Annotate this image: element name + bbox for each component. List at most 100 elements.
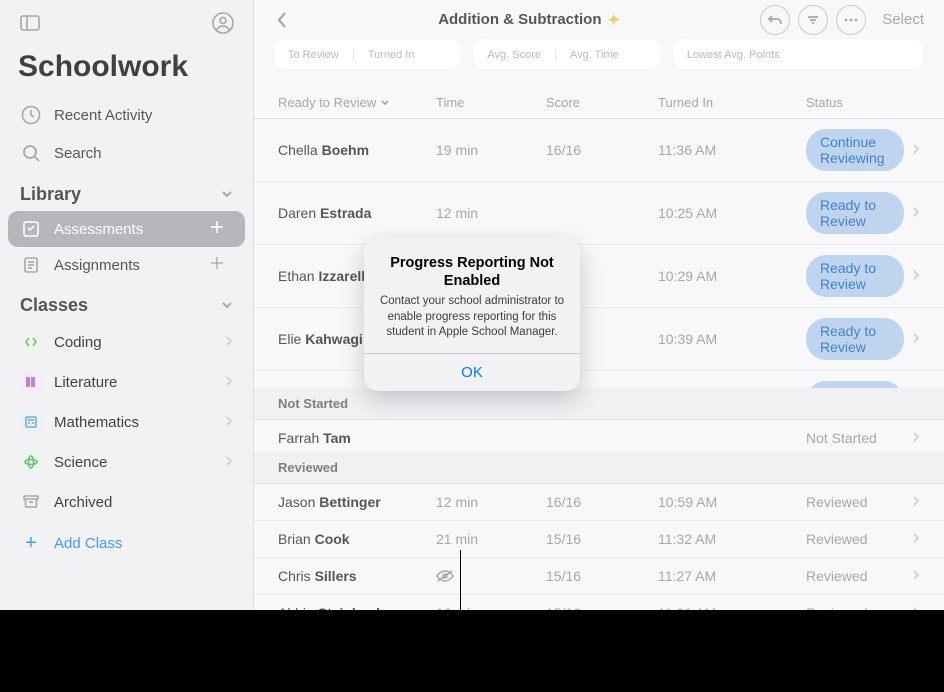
col-header-turned[interactable]: Turned In xyxy=(658,95,806,110)
table-row[interactable]: Chris Sillers15/1611:27 AMReviewed xyxy=(254,558,944,595)
summary-card-review: To Review Turned In xyxy=(274,39,461,69)
chevron-right-icon xyxy=(904,268,920,284)
table-row[interactable]: Chella Boehm19 min16/1611:36 AMContinue … xyxy=(254,119,944,182)
chevron-right-icon xyxy=(904,142,920,158)
chevron-right-icon xyxy=(904,430,920,446)
more-button[interactable] xyxy=(836,5,866,35)
time-cell: 19 min xyxy=(436,142,546,158)
status-text: Reviewed xyxy=(806,568,867,584)
nav-recent-activity[interactable]: Recent Activity xyxy=(0,96,253,134)
archived-label: Archived xyxy=(54,494,112,511)
class-label: Science xyxy=(54,454,107,471)
account-icon[interactable] xyxy=(209,9,237,37)
col-header-status[interactable]: Status xyxy=(806,95,920,110)
eye-slash-icon xyxy=(436,569,454,583)
class-archived[interactable]: Archived xyxy=(0,482,253,522)
score-cell: 15/16 xyxy=(546,568,658,584)
status-text: Not Started xyxy=(806,430,877,446)
status-cell: Ready to Review xyxy=(806,318,920,360)
callout-line xyxy=(460,550,461,670)
status-pill[interactable]: Ready to Review xyxy=(806,192,904,234)
rows-ready: Chella Boehm19 min16/1611:36 AMContinue … xyxy=(254,119,944,388)
status-cell: Ready to Review xyxy=(806,192,920,234)
library-header[interactable]: Library xyxy=(0,172,253,211)
status-pill[interactable]: Continue Reviewing xyxy=(806,129,904,171)
chevron-right-icon xyxy=(904,494,920,510)
table-row[interactable]: Jason Bettinger12 min16/1610:59 AMReview… xyxy=(254,484,944,521)
col-header-name[interactable]: Ready to Review xyxy=(278,95,436,110)
alert-ok-button[interactable]: OK xyxy=(364,353,580,391)
student-name: Abbie Steinbacher xyxy=(278,605,436,610)
add-class-button[interactable]: + Add Class xyxy=(0,522,253,564)
alert-message: Contact your school administrator to ena… xyxy=(378,294,566,341)
turned-in-cell: 10:59 AM xyxy=(658,494,806,510)
turned-in-cell: 11:27 AM xyxy=(658,568,806,584)
student-name: Jason Bettinger xyxy=(278,494,436,510)
sidebar-toggle-icon[interactable] xyxy=(16,9,44,37)
table-row[interactable]: Farrah TamNot Started xyxy=(254,420,944,452)
nav-label: Recent Activity xyxy=(54,107,152,124)
sidebar-item-assessments[interactable]: Assessments xyxy=(8,211,245,247)
table-row[interactable]: Ethan Izzarelli11 min10:29 AMReady to Re… xyxy=(254,245,944,308)
lib-label: Assignments xyxy=(54,257,140,274)
chevron-right-icon xyxy=(904,331,920,347)
undo-button[interactable] xyxy=(760,5,790,35)
plus-icon: + xyxy=(20,532,42,554)
class-label: Mathematics xyxy=(54,414,139,431)
main-content: Addition & Subtraction ✦ Select To Revie… xyxy=(254,0,944,610)
back-button[interactable] xyxy=(266,4,298,36)
score-cell: 15/16 xyxy=(546,605,658,610)
literature-icon xyxy=(20,371,42,393)
table-row[interactable]: Brian Cook21 min15/1611:32 AMReviewed xyxy=(254,521,944,558)
class-literature[interactable]: Literature xyxy=(0,362,253,402)
status-cell: Reviewed xyxy=(806,568,920,584)
col-header-score[interactable]: Score xyxy=(546,95,658,110)
table-row[interactable]: Elie Kahwagi10:39 AMReady to Review xyxy=(254,308,944,371)
time-cell: 16 min xyxy=(436,605,546,610)
status-cell: Reviewed xyxy=(806,605,920,610)
time-cell: 21 min xyxy=(436,531,546,547)
section-reviewed: Reviewed xyxy=(254,452,944,484)
class-coding[interactable]: Coding xyxy=(0,322,253,362)
status-cell: Continue Reviewing xyxy=(806,129,920,171)
table-row[interactable]: Daren Estrada12 min10:25 AMReady to Revi… xyxy=(254,182,944,245)
column-headers: Ready to Review Time Score Turned In Sta… xyxy=(254,77,944,119)
sidebar: Schoolwork Recent Activity Search Librar… xyxy=(0,0,254,610)
time-cell xyxy=(436,569,546,583)
sidebar-item-assignments[interactable]: Assignments xyxy=(8,247,245,283)
status-pill[interactable]: Ready to Review xyxy=(806,255,904,297)
class-mathematics[interactable]: Mathematics xyxy=(0,402,253,442)
table-row[interactable]: Abbie Steinbacher16 min15/1611:01 AMRevi… xyxy=(254,595,944,610)
student-name: Daren Estrada xyxy=(278,205,436,221)
rows-not-started: Farrah TamNot Started xyxy=(254,420,944,452)
plus-icon[interactable] xyxy=(209,255,225,275)
nav-search[interactable]: Search xyxy=(0,134,253,172)
filter-button[interactable] xyxy=(798,5,828,35)
class-science[interactable]: Science xyxy=(0,442,253,482)
turned-in-cell: 10:39 AM xyxy=(658,331,806,347)
classes-header[interactable]: Classes xyxy=(0,283,253,322)
summary-cards: To Review Turned In Avg. Score Avg. Time… xyxy=(254,39,944,77)
search-icon xyxy=(20,142,42,164)
student-name: Brian Cook xyxy=(278,531,436,547)
plus-icon[interactable] xyxy=(209,219,225,239)
science-icon xyxy=(20,451,42,473)
chevron-right-icon xyxy=(904,205,920,221)
chevron-right-icon xyxy=(225,414,233,431)
status-pill[interactable]: Ready to Review xyxy=(806,318,904,360)
status-cell: Continue Reviewing xyxy=(806,381,920,388)
clock-icon xyxy=(20,104,42,126)
chevron-right-icon xyxy=(904,605,920,610)
col-header-time[interactable]: Time xyxy=(436,95,546,110)
summary-card-lowest: Lowest Avg. Points xyxy=(673,39,924,69)
class-label: Coding xyxy=(54,334,102,351)
status-pill[interactable]: Continue Reviewing xyxy=(806,381,904,388)
rows-reviewed: Jason Bettinger12 min16/1610:59 AMReview… xyxy=(254,484,944,610)
nav-label: Search xyxy=(54,145,102,162)
student-name: Chella Boehm xyxy=(278,142,436,158)
turned-in-cell: 10:25 AM xyxy=(658,205,806,221)
assignment-icon xyxy=(20,254,42,276)
select-button[interactable]: Select xyxy=(874,11,932,28)
chevron-down-icon xyxy=(221,295,233,316)
table-row[interactable]: Juliana Mejia10:57 AMContinue Reviewing xyxy=(254,371,944,388)
